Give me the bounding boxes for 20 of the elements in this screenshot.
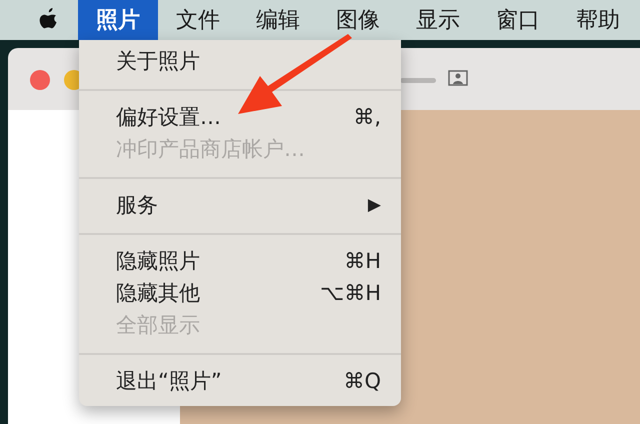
menu-bar-item[interactable]: 文件 [158,0,238,40]
shortcut-label: ⌘H [344,248,381,276]
shortcut-label: ⌘, [353,104,381,132]
menu-bar-item[interactable]: 窗口 [478,0,558,40]
menu-item[interactable]: 隐藏照片 ⌘H [79,246,401,278]
menu-item[interactable]: 隐藏其他 ⌥⌘H [79,278,401,310]
menu-bar-item[interactable]: 图像 [318,0,398,40]
menu-item[interactable]: 退出“照片” ⌘Q [79,366,401,398]
menu-bar-item[interactable]: 帮助 [558,0,638,40]
menu-bar-item[interactable]: 显示 [398,0,478,40]
menu-bar-item[interactable]: 编辑 [238,0,318,40]
submenu-arrow: ▶ [368,194,381,218]
close-button[interactable] [30,70,50,90]
menu-bar-item[interactable]: 照片 [78,0,158,40]
shortcut-label: ⌘Q [343,368,381,396]
shortcut-label: ⌥⌘H [320,280,381,308]
menu-item[interactable]: 偏好设置… ⌘, [79,102,401,134]
menu-item[interactable]: 关于照片 [79,46,401,78]
slideshow-icon[interactable] [448,70,468,88]
menu-item[interactable]: 服务 ▶ [79,190,401,222]
